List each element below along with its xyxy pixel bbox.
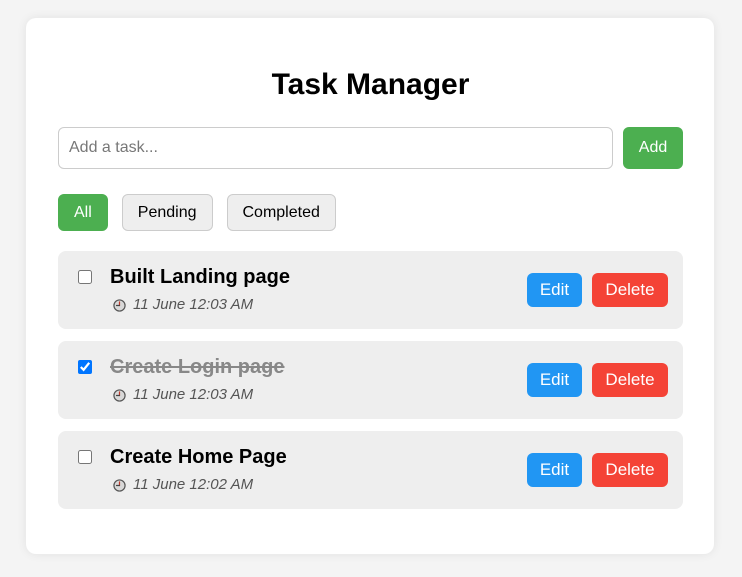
- filter-completed-button[interactable]: Completed: [226, 194, 336, 231]
- edit-button[interactable]: Edit: [527, 273, 582, 307]
- add-task-row: Add: [58, 127, 683, 169]
- task-input[interactable]: [58, 127, 613, 169]
- task-title: Create Login page: [110, 356, 285, 378]
- delete-button[interactable]: Delete: [592, 363, 668, 397]
- task-timestamp: 11 June 12:02 AM: [113, 476, 253, 494]
- edit-button[interactable]: Edit: [527, 363, 582, 397]
- task-time-text: 11 June 12:03 AM: [133, 386, 254, 403]
- task-item: Create Home Page 11 June 12:02 AM Edit D…: [58, 431, 683, 509]
- filter-bar: All Pending Completed: [58, 194, 683, 231]
- add-button[interactable]: Add: [623, 127, 683, 169]
- task-title: Create Home Page: [110, 446, 287, 468]
- delete-button[interactable]: Delete: [592, 453, 668, 487]
- task-item: Create Login page 11 June 12:03 AM Edit …: [58, 341, 683, 419]
- task-complete-checkbox[interactable]: [78, 270, 92, 284]
- task-list: Built Landing page 11 June 12:03 AM Edit…: [58, 251, 683, 509]
- task-timestamp: 11 June 12:03 AM: [113, 386, 253, 404]
- task-timestamp: 11 June 12:03 AM: [113, 296, 253, 314]
- page-title: Task Manager: [271, 68, 470, 101]
- task-manager-card: Task Manager Add All Pending Completed B…: [26, 18, 714, 554]
- clock-icon: [113, 388, 126, 402]
- clock-icon: [113, 478, 126, 492]
- edit-button[interactable]: Edit: [527, 453, 582, 487]
- task-item: Built Landing page 11 June 12:03 AM Edit…: [58, 251, 683, 329]
- delete-button[interactable]: Delete: [592, 273, 668, 307]
- task-time-text: 11 June 12:02 AM: [133, 476, 254, 493]
- clock-icon: [113, 298, 126, 312]
- filter-pending-button[interactable]: Pending: [121, 194, 213, 231]
- task-time-text: 11 June 12:03 AM: [133, 296, 254, 313]
- task-complete-checkbox[interactable]: [78, 360, 92, 374]
- task-complete-checkbox[interactable]: [78, 450, 92, 464]
- task-title: Built Landing page: [110, 266, 290, 288]
- filter-all-button[interactable]: All: [58, 194, 108, 231]
